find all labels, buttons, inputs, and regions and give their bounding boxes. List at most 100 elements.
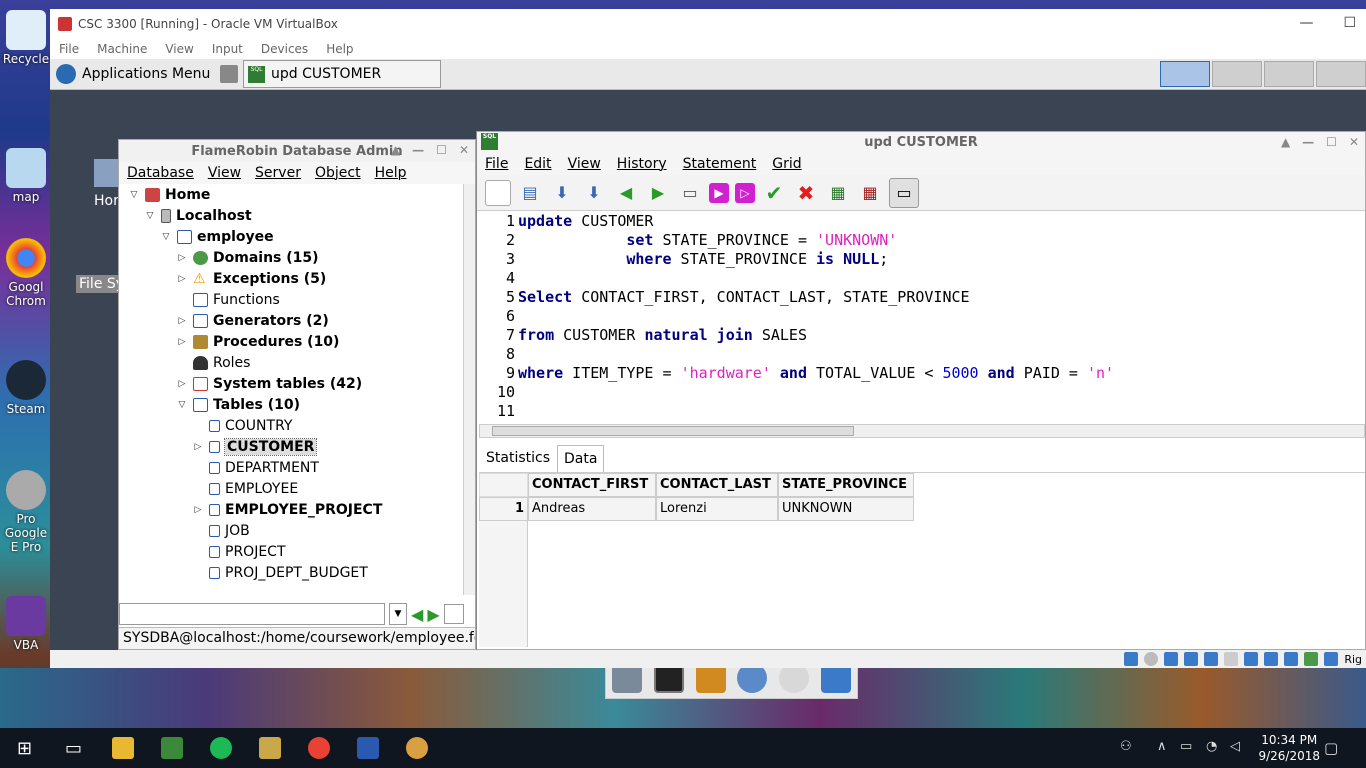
rollback-x-icon[interactable]: ✖ [793,180,819,206]
expand-icon[interactable]: ▷ [175,274,189,284]
desktop-icon-google-earth[interactable]: Pro Google E Pro [2,470,50,554]
logout-icon[interactable] [220,65,239,83]
collapse-icon[interactable]: ▽ [175,400,189,410]
taskbar-file-explorer[interactable] [98,728,147,768]
menu-history[interactable]: History [617,156,667,172]
workspace-1[interactable] [1160,61,1210,87]
cpu-icon[interactable] [1284,652,1299,666]
menu-machine[interactable]: Machine [97,42,147,56]
network-icon[interactable] [1184,652,1199,666]
collapse-icon[interactable]: ▽ [127,190,141,200]
minimize-button[interactable]: — [412,143,424,157]
volume-icon[interactable]: ◁ [1230,739,1240,754]
back-arrow-icon[interactable]: ◀ [411,605,423,624]
desktop-icon-map[interactable]: map [2,148,50,204]
desktop-icon-recycle[interactable]: Recycle [2,10,50,66]
taskbar-virtualbox[interactable] [343,728,392,768]
collapse-icon[interactable]: ▽ [143,211,157,221]
expand-icon[interactable]: ▷ [175,316,189,326]
menu-grid[interactable]: Grid [772,156,801,172]
grid-delete-icon[interactable]: ▦ [857,180,883,206]
menu-object[interactable]: Object [315,165,361,181]
minimize-icon[interactable]: ▲ [1281,135,1290,149]
usb-icon[interactable] [1204,652,1219,666]
close-button[interactable]: ✕ [459,143,469,157]
people-icon[interactable]: ⚇ [1120,739,1132,754]
storage-icon[interactable] [1124,652,1139,666]
new-file-icon[interactable] [485,179,511,206]
mouse-integration-icon[interactable] [1304,652,1319,666]
keyboard-icon[interactable] [1324,652,1339,666]
search-input[interactable] [119,603,385,625]
grid-cell[interactable]: Andreas [528,497,656,521]
save-as-icon[interactable]: ⬇ [581,180,607,206]
taskbar-paint[interactable] [392,728,441,768]
tree-item-table[interactable]: PROJ_DEPT_BUDGET [119,562,463,583]
tree-item-procedures[interactable]: ▷ Procedures (10) [119,331,463,352]
workspace-4[interactable] [1316,61,1366,87]
virtualbox-titlebar[interactable]: CSC 3300 [Running] - Oracle VM VirtualBo… [50,9,1366,39]
minimize-icon[interactable]: ▲ [391,143,400,157]
start-button[interactable]: ⊞ [0,728,49,768]
execute-plan-icon[interactable]: ▷ [735,182,755,203]
flamerobin-titlebar[interactable]: FlameRobin Database Admin ▲ — ☐ ✕ [119,140,475,162]
menu-help[interactable]: Help [326,42,353,56]
expand-icon[interactable]: ▷ [175,253,189,263]
tree-item-table[interactable]: COUNTRY [119,415,463,436]
audio-icon[interactable] [1164,652,1179,666]
menu-file[interactable]: File [59,42,79,56]
notification-icon[interactable]: ▢ [1324,739,1338,757]
menu-view[interactable]: View [568,156,601,172]
dropdown-button[interactable]: ▼ [389,603,407,625]
expand-icon[interactable]: ▷ [175,379,189,389]
applications-menu-button[interactable]: Applications Menu [50,64,210,84]
menu-view[interactable]: View [165,42,193,56]
menu-input[interactable]: Input [212,42,243,56]
menu-database[interactable]: Database [127,165,194,181]
display-icon[interactable] [1244,652,1259,666]
tree-scrollbar[interactable] [463,184,475,595]
desktop-icon-steam[interactable]: Steam [2,360,50,416]
search-icon[interactable] [443,604,464,624]
minimize-button[interactable]: — [1302,135,1314,149]
menu-server[interactable]: Server [255,165,301,181]
tree-item-domains[interactable]: ▷ Domains (15) [119,247,463,268]
battery-icon[interactable]: ▭ [1180,739,1192,754]
clock[interactable]: 10:34 PM 9/26/2018 [1258,732,1320,764]
tree-item-exceptions[interactable]: ▷ ⚠ Exceptions (5) [119,268,463,289]
shared-folders-icon[interactable] [1224,652,1239,666]
tree-item-table[interactable]: EMPLOYEE [119,478,463,499]
tree-item-table-selected[interactable]: ▷ CUSTOMER [119,436,463,457]
execute-icon[interactable]: ▶ [709,182,729,203]
expand-icon[interactable]: ▷ [191,442,205,452]
column-header[interactable]: STATE_PROVINCE [778,473,914,497]
scrollbar-thumb[interactable] [492,426,854,436]
taskbar-app[interactable] [245,728,294,768]
task-view-button[interactable]: ▭ [49,728,98,768]
workspace-2[interactable] [1212,61,1262,87]
tree-item-employee-db[interactable]: ▽ employee [119,226,463,247]
expand-icon[interactable]: ▷ [191,505,205,515]
tree-item-localhost[interactable]: ▽ Localhost [119,205,463,226]
toggle-split-icon[interactable]: ▭ [889,177,919,208]
maximize-button[interactable]: ☐ [436,143,447,157]
menu-edit[interactable]: Edit [524,156,551,172]
menu-help[interactable]: Help [375,165,407,181]
row-number[interactable]: 1 [479,497,528,521]
taskbar-window-button[interactable]: SQL upd CUSTOMER [243,60,441,88]
column-header[interactable]: CONTACT_LAST [656,473,778,497]
tree-item-tables[interactable]: ▽ Tables (10) [119,394,463,415]
history-book-icon[interactable]: ▭ [677,180,703,206]
tree-item-table[interactable]: JOB [119,520,463,541]
tree-item-home[interactable]: ▽ Home [119,184,463,205]
menu-devices[interactable]: Devices [261,42,308,56]
tree-item-system-tables[interactable]: ▷ System tables (42) [119,373,463,394]
tree-item-table[interactable]: DEPARTMENT [119,457,463,478]
expand-icon[interactable]: ▷ [175,337,189,347]
tab-statistics[interactable]: Statistics [479,444,557,472]
desktop-icon-vba[interactable]: VBA [2,596,50,652]
editor-horizontal-scrollbar[interactable] [479,424,1365,438]
commit-check-icon[interactable]: ✔ [761,180,787,206]
collapse-icon[interactable]: ▽ [159,232,173,242]
back-arrow-icon[interactable]: ◀ [613,180,639,206]
